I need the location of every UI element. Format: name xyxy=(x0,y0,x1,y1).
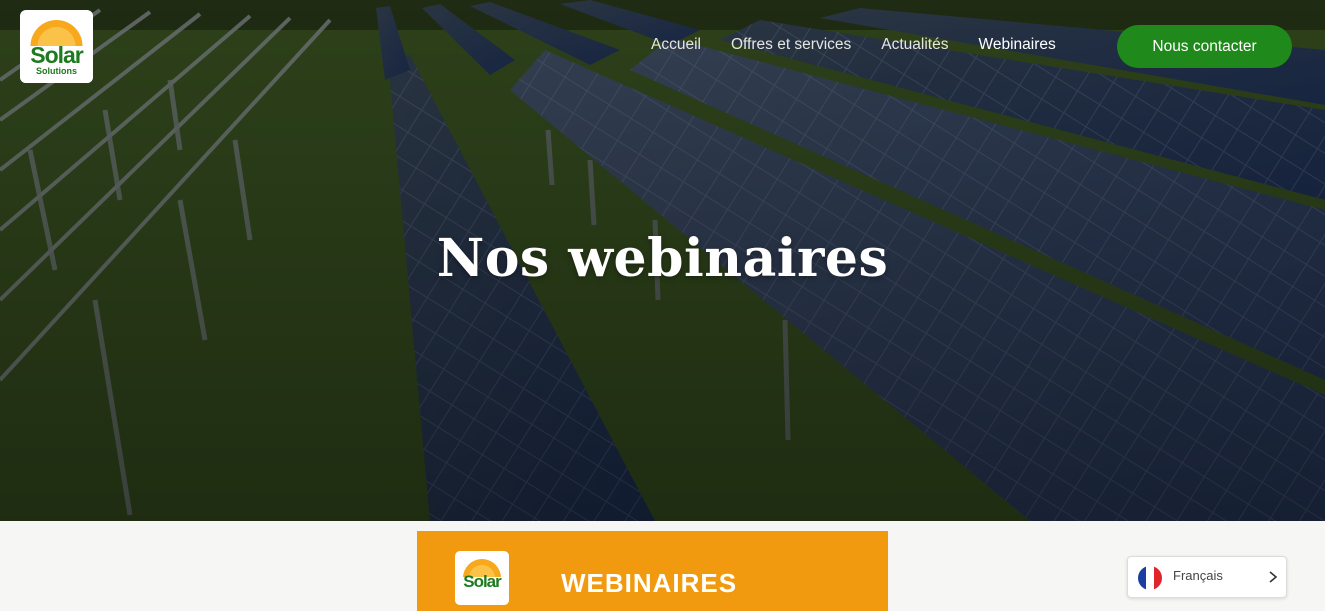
hero-section: Nos webinaires xyxy=(0,0,1325,521)
nav-item-offres-et-services[interactable]: Offres et services xyxy=(731,36,851,54)
site-logo[interactable]: Solar Solutions xyxy=(20,10,93,83)
france-flag-icon xyxy=(1138,566,1162,590)
language-label: Français xyxy=(1173,568,1223,583)
logo-tagline: Solutions xyxy=(36,66,77,76)
language-switcher[interactable]: Français xyxy=(1127,556,1287,598)
banner-logo: Solar xyxy=(455,551,509,605)
chevron-right-icon xyxy=(1269,571,1278,583)
page-title: Nos webinaires xyxy=(436,228,889,289)
main-navigation: Accueil Offres et services Actualités We… xyxy=(651,36,1086,54)
webinar-banner: Solar WEBINAIRES xyxy=(417,531,888,611)
contact-button[interactable]: Nous contacter xyxy=(1117,25,1292,68)
logo-wordmark: Solar xyxy=(30,42,84,68)
banner-logo-wordmark: Solar xyxy=(463,572,502,591)
nav-item-accueil[interactable]: Accueil xyxy=(651,36,701,54)
nav-item-actualites[interactable]: Actualités xyxy=(881,36,948,54)
nav-item-webinaires[interactable]: Webinaires xyxy=(978,36,1055,54)
banner-title: WEBINAIRES xyxy=(561,568,738,598)
